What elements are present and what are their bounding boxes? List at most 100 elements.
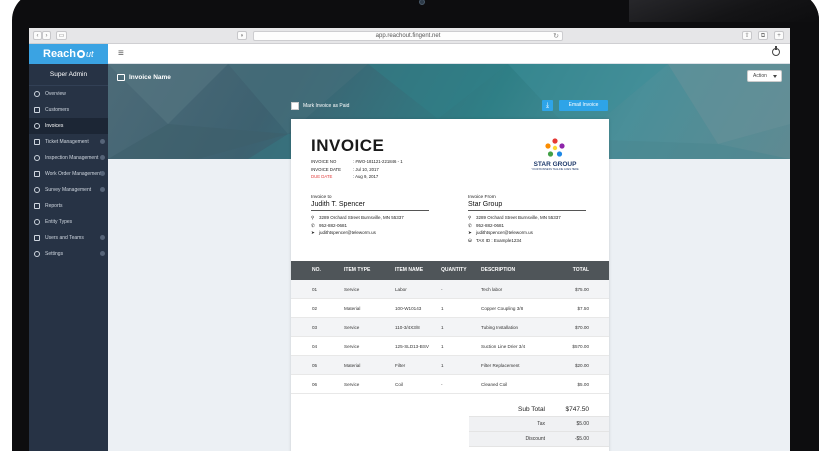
menu-icon[interactable]: ≡ [118,48,124,59]
app-topbar: Reach ut ≡ [29,44,790,64]
chevron-down-icon [773,75,777,78]
summary-label: Tax [537,421,545,427]
table-cell: $75.00 [574,287,589,292]
page-title: Invoice Name [129,74,171,81]
email-invoice-button[interactable]: Email Invoice [559,100,608,111]
expand-icon[interactable] [100,187,105,192]
col-quantity: QUANTITY [441,267,467,273]
mark-paid-checkbox[interactable]: Mark Invoice as Paid [291,102,349,110]
star-group-logo-icon [544,137,566,159]
table-cell: 05 [312,363,318,368]
phone-icon: ✆ [468,222,472,228]
expand-icon[interactable] [100,139,105,144]
invoice-document: INVOICE INVOICE NO: #WO-181121-221846 - … [291,119,609,451]
sidebar-item-ticket-management[interactable]: Ticket Management [29,134,108,150]
col-total: TOTAL [572,267,589,273]
sidebar-item-reports[interactable]: Reports [29,198,108,214]
invoice-from-address: 3289 Orchard Street Burnsville, MN 55337 [476,215,561,220]
col-item-type: ITEM TYPE [344,267,371,273]
table-cell: Suction Line Drier 3/4 [481,344,526,349]
invoice-to-address: 3289 Orchard Street Burnsville, MN 55337 [319,215,404,220]
table-cell: 1 [441,344,444,349]
col-description: DESCRIPTION [481,267,516,273]
tabs-icon[interactable]: ⧉ [758,31,768,40]
summary-value: -$5.00 [574,436,589,442]
address-bar[interactable]: app.reachout.fingent.net ↻ [253,31,563,41]
invoice-from-phone: 952-882-0681 [476,222,505,228]
summary-value: $5.00 [576,421,589,427]
table-cell: Material [344,306,361,311]
customers-icon [34,107,40,113]
sidebar-item-customers[interactable]: Customers [29,102,108,118]
invoice-date-value: : Jul 10, 2017 [353,166,379,172]
share-icon[interactable]: ⇧ [742,31,752,40]
table-cell: Service [344,325,360,330]
brand-name: STAR GROUP [533,161,577,168]
due-date-label: DUE DATE [311,174,333,179]
invoice-no-label: INVOICE NO [311,159,337,164]
table-cell: 01 [312,287,318,292]
expand-icon[interactable] [100,251,105,256]
forward-icon[interactable]: › [42,31,51,40]
action-label: Action [753,73,767,79]
new-tab-icon[interactable]: + [774,31,784,40]
table-cell: Tech labor [481,287,503,292]
sidebar-item-users-and-teams[interactable]: Users and Teams [29,230,108,246]
location-icon: ⚲ [468,215,472,220]
action-dropdown[interactable]: Action [747,70,782,82]
table-cell: Service [344,344,360,349]
expand-icon[interactable] [100,171,105,176]
table-cell: $70.00 [574,325,589,330]
url-text: app.reachout.fingent.net [375,33,441,39]
invoice-from-name: Star Group [468,201,586,211]
sidebar-item-label: Survey Management [45,187,92,193]
table-row: 06 Service Coil - Cleaned Coil $5.00 [291,375,609,394]
invoice-to-phone: 952-882-0681 [319,222,348,228]
reports-icon [34,203,40,209]
invoices-icon [34,123,40,129]
power-icon[interactable] [772,46,780,56]
table-cell: $20.00 [574,363,589,368]
back-icon[interactable]: ‹ [33,31,42,40]
sidebar-item-overview[interactable]: Overview [29,86,108,102]
table-cell: 1 [441,363,444,368]
reload-icon[interactable]: ↻ [553,32,559,41]
sidebar-item-work-order-management[interactable]: Work Order Management [29,166,108,182]
summary-label: Sub Total [518,406,545,413]
checkbox-box[interactable] [291,102,299,110]
ticket-icon [34,139,40,145]
table-cell: Labor [395,287,407,292]
bezel-highlight [629,0,819,22]
sidebar-item-label: Entity Types [45,219,73,225]
invoice-to-label: Invoice to [311,195,332,200]
sidebar-item-survey-management[interactable]: Survey Management [29,182,108,198]
invoice-from-email: judithtspencer@teleworm.us [476,230,533,235]
sidebar-item-inspection-management[interactable]: Inspection Management [29,150,108,166]
due-date-value: : Aug 9, 2017 [353,174,379,179]
sidebar-toggle-icon[interactable]: ▭ [56,31,67,40]
invoice-heading: INVOICE [311,136,385,155]
sidebar-item-invoices[interactable]: Invoices [29,118,108,134]
expand-icon[interactable] [100,235,105,240]
app-logo[interactable]: Reach ut [29,44,108,64]
users-icon [34,235,40,241]
sidebar-item-settings[interactable]: Settings [29,246,108,262]
screen: ‹ › ▭ ◗ app.reachout.fingent.net ↻ ⇧ ⧉ +… [29,28,790,451]
shield-icon[interactable]: ◗ [237,31,247,40]
sidebar-item-entity-types[interactable]: Entity Types [29,214,108,230]
table-cell: Copper Coupling 3/8 [481,306,524,311]
entity-types-icon [34,219,40,225]
settings-icon [34,251,40,257]
location-icon: ⚲ [311,215,315,220]
survey-icon [34,187,40,193]
phone-icon: ✆ [311,222,315,228]
download-icon[interactable]: ⤓ [542,100,553,111]
table-cell: Tubing Installation [481,325,519,330]
table-cell: - [441,287,443,292]
table-cell: 1 [441,306,444,311]
browser-toolbar: ‹ › ▭ ◗ app.reachout.fingent.net ↻ ⇧ ⧉ + [29,28,790,44]
table-cell: 02 [312,306,318,311]
col-item-name: ITEM NAME [395,267,424,273]
sidebar-item-label: Inspection Management [45,155,99,161]
expand-icon[interactable] [100,155,105,160]
